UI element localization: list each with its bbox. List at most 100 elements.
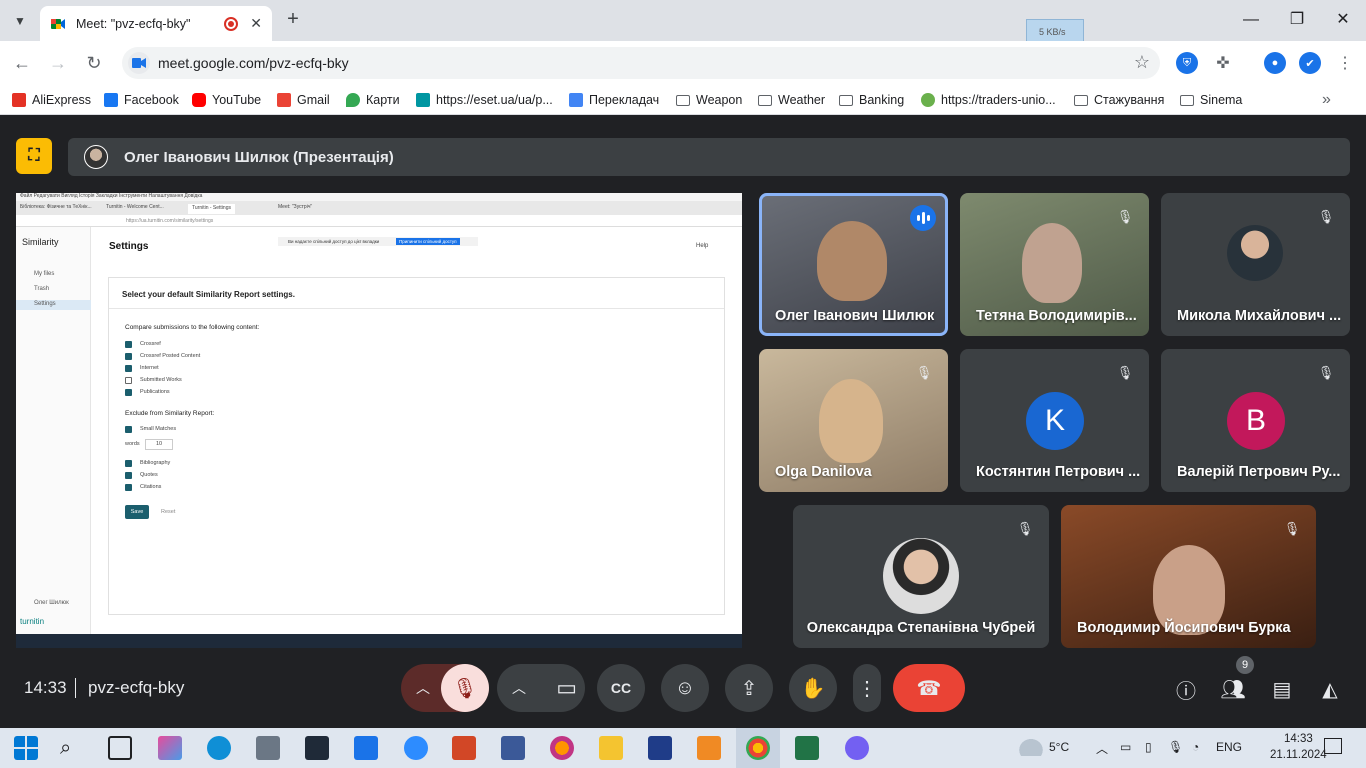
media-player-icon[interactable] (697, 736, 721, 760)
edge-icon[interactable] (207, 736, 231, 760)
weather-temp[interactable]: 5°C (1049, 740, 1069, 754)
bookmark-folder-internship[interactable]: Стажування (1074, 92, 1164, 108)
activities-icon[interactable]: ◭ (1317, 676, 1343, 702)
participant-tile[interactable]: 🎙︎ Olga Danilova (759, 349, 948, 492)
shared-sidebar: Similarity My files Trash Settings Олег … (16, 227, 91, 634)
participant-video (817, 221, 887, 301)
start-icon[interactable] (14, 736, 38, 760)
reload-button[interactable]: ↻ (82, 51, 106, 75)
bookmark-folder-banking[interactable]: Banking (839, 92, 904, 108)
participants-count-badge: 9 (1236, 656, 1254, 674)
tray-network-icon[interactable]: ▭ (1120, 740, 1131, 754)
zoom-icon[interactable] (404, 736, 428, 760)
system-clock[interactable]: 14:33 21.11.2024 (1270, 731, 1327, 763)
app-icon[interactable] (501, 736, 525, 760)
bookmark-folder-weapon[interactable]: Weapon (676, 92, 742, 108)
restore-button[interactable]: ❐ (1284, 8, 1310, 32)
tray-wifi-icon[interactable]: ◔ (1192, 740, 1199, 754)
people-icon[interactable]: 👥︎ (1220, 676, 1246, 702)
participant-tile[interactable]: 🎙︎ Олександра Степанівна Чубрей (793, 505, 1049, 648)
participant-tile[interactable]: 🎙︎ Володимир Йосипович Бурка (1061, 505, 1316, 648)
presentation-icon[interactable]: ⛶ (16, 138, 52, 174)
security-icon[interactable] (305, 736, 329, 760)
security-extension-icon[interactable]: ✔ (1299, 52, 1321, 74)
checkbox-citations (125, 484, 132, 491)
checkbox-label: Publications (140, 389, 170, 395)
tray-power-icon[interactable]: ▯ (1145, 740, 1152, 754)
chrome-icon[interactable] (746, 736, 770, 760)
search-icon[interactable]: ⌕ (60, 736, 84, 760)
present-screen-button[interactable]: ⇪ (725, 664, 773, 712)
calendar-icon[interactable] (354, 736, 378, 760)
bookmark-translate[interactable]: Перекладач (569, 92, 659, 108)
sidebar-item: Settings (34, 301, 56, 307)
camera-app-icon[interactable] (256, 736, 280, 760)
camera-toggle-button[interactable]: ▭ (556, 675, 577, 701)
weather-cloud-icon[interactable] (1016, 736, 1046, 756)
bookmark-star-icon[interactable]: ☆ (1134, 52, 1150, 73)
sidebar-item: My files (34, 271, 55, 277)
copilot-icon[interactable] (158, 736, 182, 760)
bookmark-facebook[interactable]: Facebook (104, 92, 179, 108)
more-options-button[interactable]: ⋮ (853, 664, 881, 712)
excel-icon[interactable] (795, 736, 819, 760)
firefox-icon[interactable] (550, 736, 574, 760)
tab-search-icon[interactable]: ▼ (8, 9, 32, 33)
mic-toggle-button[interactable]: 🎙︎ (441, 664, 489, 712)
powerpoint-icon[interactable] (452, 736, 476, 760)
tab-close-icon[interactable]: ✕ (250, 15, 262, 32)
bookmark-eset[interactable]: https://eset.ua/ua/p... (416, 92, 553, 108)
minimize-button[interactable]: — (1238, 8, 1264, 32)
checkbox-label: Crossref (140, 341, 161, 347)
tray-mic-icon[interactable]: 🎙︎ (1168, 740, 1183, 754)
forward-button[interactable]: → (46, 51, 70, 75)
browser-tab-meet[interactable]: Meet: "pvz-ecfq-bky" ✕ (40, 6, 272, 41)
bookmark-maps[interactable]: Карти (346, 92, 400, 108)
participant-tile[interactable]: 🎙︎ Микола Михайлович ... (1161, 193, 1350, 336)
camera-options-chevron-icon[interactable]: ︿ (497, 678, 541, 698)
bookmark-traders[interactable]: https://traders-unio... (921, 92, 1056, 108)
profile-icon[interactable]: ● (1264, 52, 1286, 74)
settings-title: Settings (109, 241, 149, 252)
language-indicator[interactable]: ENG (1216, 740, 1242, 754)
clock-time: 14:33 (1283, 733, 1313, 745)
stop-sharing-button: Припинити спільний доступ (396, 238, 460, 245)
new-tab-button[interactable]: + (282, 8, 304, 30)
bookmark-gmail[interactable]: Gmail (277, 92, 330, 108)
more-bookmarks-chevron-icon[interactable]: » (1322, 91, 1331, 108)
tray-chevron-icon[interactable]: ︿ (1096, 740, 1108, 757)
leave-call-button[interactable]: ☎ (893, 664, 965, 712)
participant-name: Тетяна Володимирів... (976, 308, 1137, 324)
translate-icon (569, 93, 583, 107)
task-view-icon[interactable] (108, 736, 132, 760)
participant-tile[interactable]: 🎙︎ Тетяна Володимирів... (960, 193, 1149, 336)
notifications-icon[interactable] (1324, 738, 1342, 754)
extensions-puzzle-icon[interactable]: ✜ (1212, 52, 1234, 74)
file-explorer-icon[interactable] (599, 736, 623, 760)
participant-name: Володимир Йосипович Бурка (1077, 620, 1291, 636)
participant-tile[interactable]: B 🎙︎ Валерій Петрович Ру... (1161, 349, 1350, 492)
chat-icon[interactable]: ▤ (1269, 676, 1295, 702)
bookmark-aliexpress[interactable]: AliExpress (12, 92, 91, 108)
menu-dots-icon[interactable]: ⋮ (1334, 52, 1356, 74)
captions-button[interactable]: CC (597, 664, 645, 712)
close-window-button[interactable]: ✕ (1330, 8, 1356, 32)
address-bar[interactable]: meet.google.com/pvz-ecfq-bky ☆ (122, 47, 1160, 79)
viber-icon[interactable] (845, 736, 869, 760)
speaking-indicator-icon (910, 205, 936, 231)
mic-options-chevron-icon[interactable]: ︿ (401, 678, 445, 698)
back-button[interactable]: ← (10, 51, 34, 75)
calculator-icon[interactable] (648, 736, 672, 760)
bookmark-folder-weather[interactable]: Weather (758, 92, 825, 108)
site-info-icon[interactable] (128, 52, 150, 74)
mic-off-icon: 🎙︎ (1016, 521, 1034, 536)
participant-tile[interactable]: Олег Іванович Шилюк (759, 193, 948, 336)
meeting-info-icon[interactable]: ⓘ (1173, 676, 1199, 703)
extension-shield-icon[interactable]: ⛨ (1176, 52, 1198, 74)
raise-hand-button[interactable]: ✋ (789, 664, 837, 712)
bookmark-label: Gmail (297, 93, 330, 107)
bookmark-folder-sinema[interactable]: Sinema (1180, 92, 1242, 108)
bookmark-youtube[interactable]: YouTube (192, 92, 261, 108)
emoji-button[interactable]: ☺ (661, 664, 709, 712)
participant-tile[interactable]: K 🎙︎ Костянтин Петрович ... (960, 349, 1149, 492)
